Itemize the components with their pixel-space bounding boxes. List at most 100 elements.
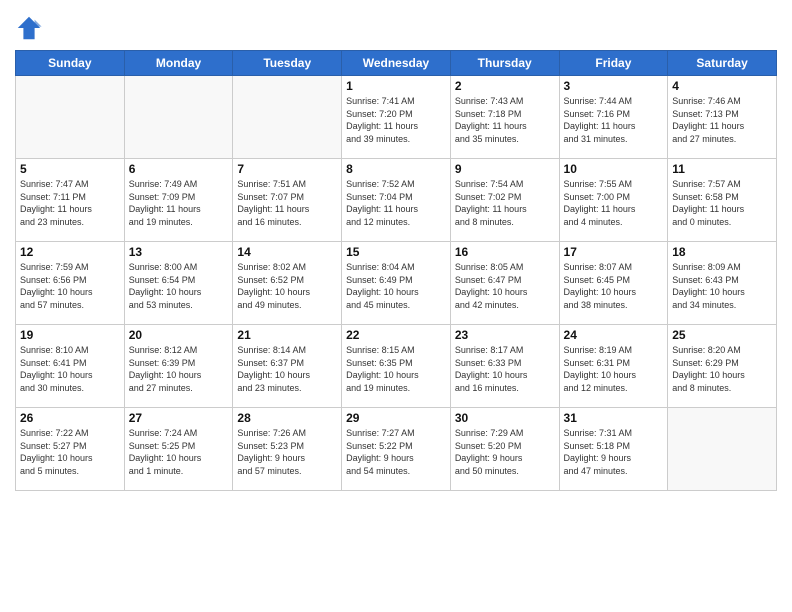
calendar-cell: 14 Sunrise: 8:02 AM Sunset: 6:52 PM Dayli…	[233, 242, 342, 325]
day-number: 5	[20, 162, 120, 176]
calendar-cell: 1Sunrise: 7:41 AM Sunset: 7:20 PM Daylig…	[342, 76, 451, 159]
day-info: Sunrise: 7:49 AM Sunset: 7:09 PM Dayligh…	[129, 178, 229, 228]
day-info: Sunrise: 7:47 AM Sunset: 7:11 PM Dayligh…	[20, 178, 120, 228]
day-header-monday: Monday	[124, 51, 233, 76]
day-info: Sunrise: 7:55 AM Sunset: 7:00 PM Dayligh…	[564, 178, 664, 228]
day-number: 31	[564, 411, 664, 425]
calendar-table: SundayMondayTuesdayWednesdayThursdayFrid…	[15, 50, 777, 491]
day-info: Sunrise: 8:12 AM Sunset: 6:39 PM Dayligh…	[129, 344, 229, 394]
day-number: 3	[564, 79, 664, 93]
day-info: Sunrise: 8:19 AM Sunset: 6:31 PM Dayligh…	[564, 344, 664, 394]
day-info: Sunrise: 8:09 AM Sunset: 6:43 PM Dayligh…	[672, 261, 772, 311]
calendar-cell: 22Sunrise: 8:15 AM Sunset: 6:35 PM Dayli…	[342, 325, 451, 408]
calendar-cell: 27 Sunrise: 7:24 AM Sunset: 5:25 PM Dayli…	[124, 408, 233, 491]
calendar-cell: 30 Sunrise: 7:29 AM Sunset: 5:20 PM Dayli…	[450, 408, 559, 491]
calendar-cell: 11Sunrise: 7:57 AM Sunset: 6:58 PM Dayli…	[668, 159, 777, 242]
calendar-cell	[668, 408, 777, 491]
day-number: 29	[346, 411, 446, 425]
day-number: 15	[346, 245, 446, 259]
calendar-cell: 20 Sunrise: 8:12 AM Sunset: 6:39 PM Dayli…	[124, 325, 233, 408]
day-info: Sunrise: 7:54 AM Sunset: 7:02 PM Dayligh…	[455, 178, 555, 228]
calendar-cell: 6 Sunrise: 7:49 AM Sunset: 7:09 PM Daylig…	[124, 159, 233, 242]
day-info: Sunrise: 7:57 AM Sunset: 6:58 PM Dayligh…	[672, 178, 772, 228]
day-number: 20	[129, 328, 229, 342]
calendar-cell: 13 Sunrise: 8:00 AM Sunset: 6:54 PM Dayli…	[124, 242, 233, 325]
day-info: Sunrise: 7:27 AM Sunset: 5:22 PM Dayligh…	[346, 427, 446, 477]
logo	[15, 14, 46, 42]
week-row-2: 12 Sunrise: 7:59 AM Sunset: 6:56 PM Dayli…	[16, 242, 777, 325]
day-info: Sunrise: 7:26 AM Sunset: 5:23 PM Dayligh…	[237, 427, 337, 477]
day-number: 19	[20, 328, 120, 342]
day-info: Sunrise: 7:44 AM Sunset: 7:16 PM Dayligh…	[564, 95, 664, 145]
calendar-cell: 8 Sunrise: 7:52 AM Sunset: 7:04 PM Daylig…	[342, 159, 451, 242]
day-number: 27	[129, 411, 229, 425]
day-number: 30	[455, 411, 555, 425]
calendar-cell: 31 Sunrise: 7:31 AM Sunset: 5:18 PM Dayli…	[559, 408, 668, 491]
week-row-3: 19 Sunrise: 8:10 AM Sunset: 6:41 PM Dayli…	[16, 325, 777, 408]
calendar-cell	[233, 76, 342, 159]
day-number: 13	[129, 245, 229, 259]
day-info: Sunrise: 7:31 AM Sunset: 5:18 PM Dayligh…	[564, 427, 664, 477]
day-info: Sunrise: 8:00 AM Sunset: 6:54 PM Dayligh…	[129, 261, 229, 311]
day-info: Sunrise: 7:43 AM Sunset: 7:18 PM Dayligh…	[455, 95, 555, 145]
day-number: 23	[455, 328, 555, 342]
calendar-cell: 29 Sunrise: 7:27 AM Sunset: 5:22 PM Dayli…	[342, 408, 451, 491]
day-number: 9	[455, 162, 555, 176]
day-info: Sunrise: 8:07 AM Sunset: 6:45 PM Dayligh…	[564, 261, 664, 311]
day-header-tuesday: Tuesday	[233, 51, 342, 76]
day-header-saturday: Saturday	[668, 51, 777, 76]
calendar-cell: 2 Sunrise: 7:43 AM Sunset: 7:18 PM Daylig…	[450, 76, 559, 159]
day-number: 22	[346, 328, 446, 342]
day-number: 2	[455, 79, 555, 93]
day-header-thursday: Thursday	[450, 51, 559, 76]
day-number: 18	[672, 245, 772, 259]
days-of-week-row: SundayMondayTuesdayWednesdayThursdayFrid…	[16, 51, 777, 76]
week-row-0: 1Sunrise: 7:41 AM Sunset: 7:20 PM Daylig…	[16, 76, 777, 159]
day-info: Sunrise: 7:24 AM Sunset: 5:25 PM Dayligh…	[129, 427, 229, 477]
day-info: Sunrise: 8:02 AM Sunset: 6:52 PM Dayligh…	[237, 261, 337, 311]
calendar-cell: 23 Sunrise: 8:17 AM Sunset: 6:33 PM Dayli…	[450, 325, 559, 408]
day-header-friday: Friday	[559, 51, 668, 76]
calendar-cell	[124, 76, 233, 159]
calendar-cell: 21Sunrise: 8:14 AM Sunset: 6:37 PM Dayli…	[233, 325, 342, 408]
logo-icon	[15, 14, 43, 42]
day-info: Sunrise: 7:51 AM Sunset: 7:07 PM Dayligh…	[237, 178, 337, 228]
calendar-cell: 9 Sunrise: 7:54 AM Sunset: 7:02 PM Daylig…	[450, 159, 559, 242]
day-info: Sunrise: 7:52 AM Sunset: 7:04 PM Dayligh…	[346, 178, 446, 228]
day-info: Sunrise: 8:17 AM Sunset: 6:33 PM Dayligh…	[455, 344, 555, 394]
calendar-cell: 4 Sunrise: 7:46 AM Sunset: 7:13 PM Daylig…	[668, 76, 777, 159]
day-info: Sunrise: 8:10 AM Sunset: 6:41 PM Dayligh…	[20, 344, 120, 394]
day-header-sunday: Sunday	[16, 51, 125, 76]
day-info: Sunrise: 7:46 AM Sunset: 7:13 PM Dayligh…	[672, 95, 772, 145]
day-number: 8	[346, 162, 446, 176]
day-info: Sunrise: 7:22 AM Sunset: 5:27 PM Dayligh…	[20, 427, 120, 477]
calendar-cell: 5 Sunrise: 7:47 AM Sunset: 7:11 PM Daylig…	[16, 159, 125, 242]
day-number: 6	[129, 162, 229, 176]
day-number: 14	[237, 245, 337, 259]
day-info: Sunrise: 7:29 AM Sunset: 5:20 PM Dayligh…	[455, 427, 555, 477]
calendar-cell: 24Sunrise: 8:19 AM Sunset: 6:31 PM Dayli…	[559, 325, 668, 408]
day-number: 1	[346, 79, 446, 93]
calendar-cell: 3 Sunrise: 7:44 AM Sunset: 7:16 PM Daylig…	[559, 76, 668, 159]
calendar-cell: 16 Sunrise: 8:05 AM Sunset: 6:47 PM Dayli…	[450, 242, 559, 325]
calendar-cell: 7Sunrise: 7:51 AM Sunset: 7:07 PM Daylig…	[233, 159, 342, 242]
day-info: Sunrise: 7:59 AM Sunset: 6:56 PM Dayligh…	[20, 261, 120, 311]
day-number: 10	[564, 162, 664, 176]
day-number: 12	[20, 245, 120, 259]
calendar-cell: 17Sunrise: 8:07 AM Sunset: 6:45 PM Dayli…	[559, 242, 668, 325]
day-number: 4	[672, 79, 772, 93]
week-row-4: 26 Sunrise: 7:22 AM Sunset: 5:27 PM Dayli…	[16, 408, 777, 491]
day-number: 26	[20, 411, 120, 425]
calendar-cell: 12 Sunrise: 7:59 AM Sunset: 6:56 PM Dayli…	[16, 242, 125, 325]
day-number: 28	[237, 411, 337, 425]
day-info: Sunrise: 8:05 AM Sunset: 6:47 PM Dayligh…	[455, 261, 555, 311]
day-info: Sunrise: 8:14 AM Sunset: 6:37 PM Dayligh…	[237, 344, 337, 394]
calendar-cell: 10 Sunrise: 7:55 AM Sunset: 7:00 PM Dayli…	[559, 159, 668, 242]
day-info: Sunrise: 8:20 AM Sunset: 6:29 PM Dayligh…	[672, 344, 772, 394]
calendar-cell	[16, 76, 125, 159]
day-number: 16	[455, 245, 555, 259]
page: SundayMondayTuesdayWednesdayThursdayFrid…	[0, 0, 792, 612]
calendar-cell: 18 Sunrise: 8:09 AM Sunset: 6:43 PM Dayli…	[668, 242, 777, 325]
calendar-header: SundayMondayTuesdayWednesdayThursdayFrid…	[16, 51, 777, 76]
calendar-body: 1Sunrise: 7:41 AM Sunset: 7:20 PM Daylig…	[16, 76, 777, 491]
